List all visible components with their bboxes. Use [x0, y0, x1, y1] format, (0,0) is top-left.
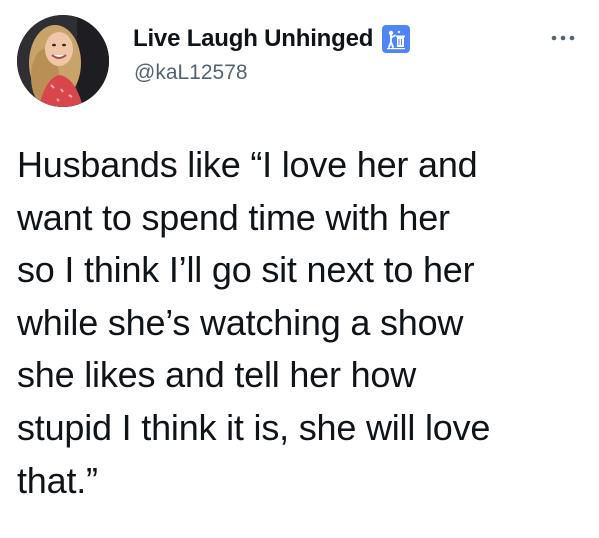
more-options-button[interactable] — [545, 28, 581, 48]
tweet-text-line: while she’s watching a show — [17, 301, 464, 343]
tweet-text-line: that.” — [17, 459, 98, 501]
trash-can-person-icon — [382, 25, 411, 53]
name-row: Live Laugh Unhinged — [133, 23, 411, 55]
tweet-text-line: Husbands like “I love her and — [17, 144, 478, 185]
tweet-text-line: she likes and tell her how — [17, 354, 417, 396]
user-handle[interactable]: @kaL12578 — [134, 61, 248, 85]
tweet-card: Live Laugh Unhinged @kaL12578 Husbands l… — [0, 0, 599, 538]
profile-photo-avatar-icon — [17, 15, 109, 107]
avatar[interactable] — [17, 15, 109, 107]
tweet-text-line: stupid I think it is, she will love — [17, 406, 491, 448]
tweet-text-line: want to spend time with her — [17, 196, 450, 238]
more-options-icon — [551, 35, 575, 41]
tweet-text: Husbands like “I love her and want to sp… — [17, 139, 587, 507]
display-name[interactable]: Live Laugh Unhinged — [133, 25, 373, 53]
tweet-text-line: so I think I’ll go sit next to her — [17, 249, 475, 291]
